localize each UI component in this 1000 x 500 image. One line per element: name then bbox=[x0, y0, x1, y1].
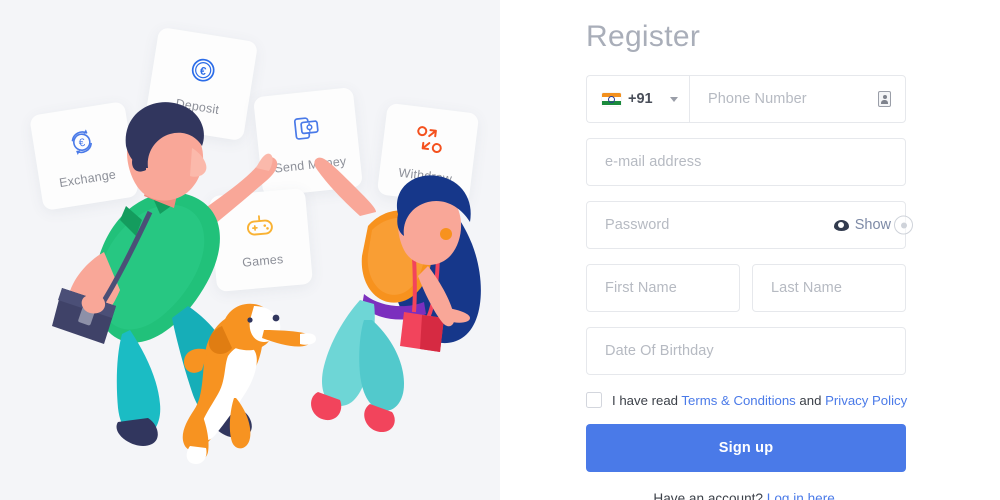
name-field-row: First Name Last Name bbox=[586, 264, 906, 312]
first-name-placeholder: First Name bbox=[605, 280, 677, 296]
dog-eye bbox=[247, 317, 253, 323]
login-prompt: Have an account? Log in here. bbox=[586, 491, 906, 500]
illustration-panel: € Exchange € Deposit Send Money Withdraw… bbox=[0, 0, 500, 500]
log-in-link[interactable]: Log in here. bbox=[767, 491, 839, 500]
eye-icon bbox=[833, 219, 849, 231]
handbag bbox=[400, 312, 444, 352]
terms-row: I have read Terms & Conditions and Priva… bbox=[586, 392, 907, 408]
first-name-input[interactable]: First Name bbox=[586, 264, 740, 312]
password-placeholder: Password bbox=[605, 217, 670, 233]
country-code-select[interactable]: +91 bbox=[586, 75, 689, 123]
terms-text: I have read Terms & Conditions and Priva… bbox=[612, 393, 907, 408]
phone-number-input[interactable]: Phone Number bbox=[689, 75, 906, 123]
terms-conditions-link[interactable]: Terms & Conditions bbox=[681, 393, 795, 408]
last-name-placeholder: Last Name bbox=[771, 280, 843, 296]
email-input[interactable]: e-mail address bbox=[586, 138, 906, 186]
password-show-toggle[interactable]: Show bbox=[833, 217, 891, 233]
email-placeholder: e-mail address bbox=[605, 154, 702, 170]
login-prompt-text: Have an account? bbox=[653, 491, 767, 500]
birthday-field-row: Date Of Birthday bbox=[586, 327, 906, 375]
sign-up-button[interactable]: Sign up bbox=[586, 424, 906, 472]
india-flag-icon bbox=[602, 92, 621, 106]
contact-card-icon[interactable] bbox=[878, 91, 891, 107]
birthday-placeholder: Date Of Birthday bbox=[605, 343, 714, 359]
woman-with-handbag bbox=[311, 157, 481, 432]
chevron-down-icon bbox=[670, 96, 678, 102]
earring bbox=[440, 228, 452, 240]
privacy-policy-link[interactable]: Privacy Policy bbox=[825, 393, 907, 408]
terms-text-middle: and bbox=[795, 392, 826, 408]
email-field-row: e-mail address bbox=[586, 138, 906, 186]
page-title: Register bbox=[586, 20, 701, 53]
terms-text-before: I have read bbox=[612, 392, 682, 408]
password-input[interactable]: Password Show bbox=[586, 201, 913, 249]
phone-field-row: +91 Phone Number bbox=[586, 75, 906, 123]
birthday-input[interactable]: Date Of Birthday bbox=[586, 327, 906, 375]
dial-code-label: +91 bbox=[628, 91, 653, 107]
show-password-label: Show bbox=[854, 217, 891, 233]
last-name-input[interactable]: Last Name bbox=[752, 264, 906, 312]
register-page: € Exchange € Deposit Send Money Withdraw… bbox=[0, 0, 1000, 500]
register-form-panel: Register +91 Phone Number e-mail address… bbox=[500, 0, 1000, 500]
phone-placeholder: Phone Number bbox=[708, 91, 807, 107]
dog-nose bbox=[272, 314, 280, 322]
password-field-row: Password Show bbox=[586, 201, 913, 249]
terms-checkbox[interactable] bbox=[586, 392, 602, 408]
characters-illustration bbox=[52, 102, 481, 464]
password-strength-badge-icon bbox=[894, 215, 913, 235]
